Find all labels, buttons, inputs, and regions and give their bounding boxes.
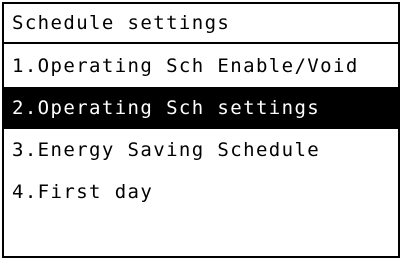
schedule-settings-screen: Schedule settings 1.Operating Sch Enable… xyxy=(0,0,404,260)
menu-item-operating-sch-settings[interactable]: 2.Operating Sch settings xyxy=(4,87,398,129)
menu-item-label: 4.First day xyxy=(12,180,154,203)
menu-item-first-day[interactable]: 4.First day xyxy=(4,171,398,213)
menu-item-energy-saving-schedule[interactable]: 3.Energy Saving Schedule xyxy=(4,129,398,171)
screen-frame: Schedule settings 1.Operating Sch Enable… xyxy=(2,2,400,258)
menu-item-operating-sch-enable-void[interactable]: 1.Operating Sch Enable/Void xyxy=(4,45,398,87)
page-title: Schedule settings xyxy=(12,11,231,34)
menu-list: 1.Operating Sch Enable/Void 2.Operating … xyxy=(4,45,398,213)
menu-item-label: 1.Operating Sch Enable/Void xyxy=(12,54,359,77)
menu-item-label: 3.Energy Saving Schedule xyxy=(12,138,321,161)
title-bar: Schedule settings xyxy=(4,4,398,44)
menu-item-label: 2.Operating Sch settings xyxy=(12,96,321,119)
